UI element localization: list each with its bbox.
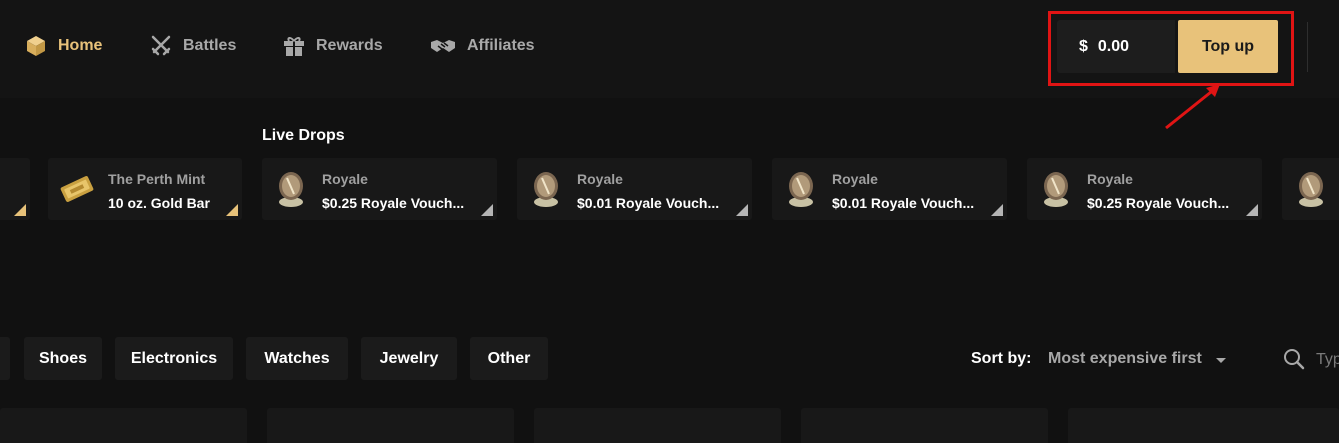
nav-battles-label: Battles [183,37,237,54]
product-card[interactable] [267,408,514,443]
category-chip-watches[interactable]: Watches [246,337,348,380]
header-divider [1307,22,1308,72]
drop-brand: The Perth Mint [108,171,206,187]
coin-voucher-icon [1299,172,1323,207]
coin-voucher-icon [1044,172,1068,207]
nav-rewards-label: Rewards [316,37,383,54]
gold-bar-icon [60,176,94,202]
live-drop-card[interactable] [1282,158,1339,220]
handshake-icon [431,40,455,52]
category-chip-electronics[interactable]: Electronics [115,337,233,380]
product-card[interactable] [534,408,781,443]
sort-label: Sort by: [971,350,1032,367]
drop-brand: Royale [322,171,368,187]
drop-brand: Royale [1087,171,1133,187]
rarity-indicator [14,204,26,216]
sort-value: Most expensive first [1048,350,1202,367]
live-drop-card[interactable]: Royale $0.01 Royale Vouch... [772,158,1007,220]
nav-home[interactable]: Home [24,33,102,59]
category-chip-other[interactable]: Other [470,337,548,380]
drop-brand: Royale [832,171,878,187]
balance-display: $ 0.00 [1057,20,1175,73]
search-icon[interactable] [1283,348,1305,370]
currency-symbol: $ [1079,37,1088,55]
drop-item-name: $0.01 Royale Vouch... [577,195,720,211]
nav-rewards[interactable]: Rewards [282,33,383,59]
search-input[interactable] [1316,347,1339,373]
rarity-indicator [226,204,238,216]
product-card[interactable] [801,408,1048,443]
caret-down-icon [1215,357,1226,363]
rarity-indicator [481,204,493,216]
category-chip-partial[interactable] [0,337,10,380]
gift-icon [284,37,304,56]
nav-home-label: Home [58,37,103,54]
live-drops-title: Live Drops [262,127,345,144]
drop-item-name: $0.25 Royale Vouch... [322,195,465,211]
product-card[interactable] [1068,408,1339,443]
live-drop-card[interactable]: Royale $0.25 Royale Vouch... [262,158,497,220]
cube-icon [27,36,45,56]
coin-voucher-icon [534,172,558,207]
product-card[interactable] [0,408,247,443]
rarity-indicator [991,204,1003,216]
rarity-indicator [1246,204,1258,216]
nav-affiliates-label: Affiliates [467,37,535,54]
category-chip-shoes[interactable]: Shoes [24,337,102,380]
sort-dropdown[interactable]: Most expensive first [1048,350,1226,368]
rarity-indicator [736,204,748,216]
drop-item-name: $0.01 Royale Vouch... [832,195,975,211]
live-drop-card[interactable]: Royale $0.01 Royale Vouch... [517,158,752,220]
live-drop-card[interactable]: r [0,158,30,220]
drop-item-name: 10 oz. Gold Bar [108,195,210,211]
drop-item-name: $0.25 Royale Vouch... [1087,195,1230,211]
coin-voucher-icon [789,172,813,207]
nav-battles[interactable]: Battles [149,33,236,59]
nav-affiliates[interactable]: Affiliates [429,33,535,59]
top-up-button[interactable]: Top up [1178,20,1278,73]
category-chip-jewelry[interactable]: Jewelry [361,337,457,380]
live-drop-card[interactable]: Royale $0.25 Royale Vouch... [1027,158,1262,220]
balance-amount: 0.00 [1097,37,1130,55]
live-drop-card[interactable]: The Perth Mint 10 oz. Gold Bar [48,158,242,220]
drop-brand: Royale [577,171,623,187]
crossed-swords-icon [151,35,171,56]
coin-voucher-icon [279,172,303,207]
